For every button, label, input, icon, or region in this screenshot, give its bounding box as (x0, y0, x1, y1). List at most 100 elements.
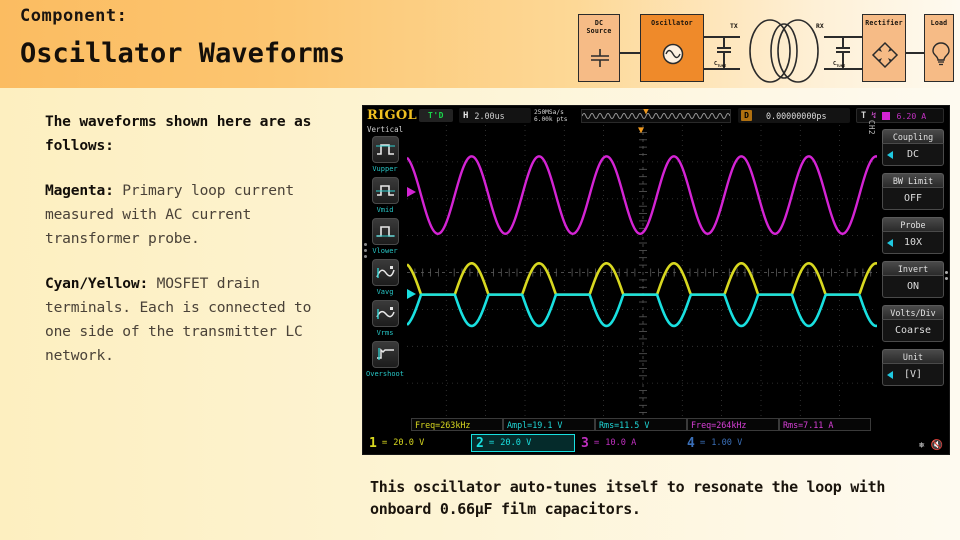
vmid-icon[interactable] (372, 177, 399, 204)
slide-header: Component: Oscillator Waveforms CTUNE CT… (0, 0, 960, 88)
measurement-item[interactable]: Rms=11.5 V (595, 418, 687, 431)
cap-tx-label: CTUNE (714, 61, 727, 69)
channel-scale-value: 20.0 V (500, 438, 532, 448)
ac-source-icon (662, 43, 684, 65)
channel-indicator[interactable]: 4 = 1.00 V (683, 434, 787, 452)
channel3-offset-marker[interactable] (407, 187, 416, 197)
menu-probe[interactable]: Probe 10X (882, 217, 944, 254)
menu-invert-value-row[interactable]: ON (882, 275, 944, 298)
memory-depth: 6.00k pts (534, 116, 568, 124)
menu-volts-div[interactable]: Volts/Div Coarse (882, 305, 944, 342)
channel-number: 3 (581, 435, 589, 451)
cyanyellow-paragraph: Cyan/Yellow: MOSFET drain terminals. Eac… (45, 272, 345, 368)
measurement-item[interactable]: Freq=264kHz (687, 418, 779, 431)
circuit-diagram: CTUNE CTUNE TX RX DC Source Oscillator R… (578, 6, 954, 84)
channel2-offset-marker[interactable] (407, 289, 416, 299)
menu-bw-limit-value-row[interactable]: OFF (882, 187, 944, 210)
waveform-minimap[interactable] (581, 109, 731, 123)
menu-probe-title: Probe (882, 217, 944, 231)
channel-coupling-symbol: = (488, 438, 495, 448)
description-panel: The waveforms shown here are as follows:… (45, 110, 345, 368)
intro-paragraph: The waveforms shown here are as follows: (45, 110, 345, 158)
scope-right-menu: Coupling DC BW Limit OFF Probe 10X Inver… (877, 125, 949, 420)
menu-coupling[interactable]: Coupling DC (882, 129, 944, 166)
menu-volts-div-value-row[interactable]: Coarse (882, 319, 944, 342)
vrms-icon[interactable] (372, 300, 399, 327)
timebase-box[interactable]: H 2.00us (459, 108, 531, 123)
channel-bar: 1 = 20.0 V 2 = 20.0 V 3 = 10.0 A 4 = 1.00 V (363, 432, 949, 454)
menu-coupling-title: Coupling (882, 129, 944, 143)
block-dc-source-label: DC Source (586, 19, 612, 35)
menu-unit-value-row[interactable]: [V] (882, 363, 944, 386)
menu-bw-limit-value: OFF (903, 193, 923, 204)
menu-bw-limit[interactable]: BW Limit OFF (882, 173, 944, 210)
chevron-left-icon (887, 150, 893, 159)
channel-number: 2 (476, 435, 484, 451)
overshoot-icon[interactable] (372, 341, 399, 368)
vupper-icon[interactable] (372, 136, 399, 163)
scope-left-menu: Vertical Vupper Vmid Vlower Vavg Vrms Ov… (363, 125, 407, 420)
menu-volts-div-title: Volts/Div (882, 305, 944, 319)
channel-indicator[interactable]: 1 = 20.0 V (365, 434, 469, 452)
channel-indicator[interactable]: 2 = 20.0 V (471, 434, 575, 452)
menu-unit-value: [V] (903, 369, 923, 380)
measurement-item[interactable]: Rms=7.11 A (779, 418, 871, 431)
trigger-position-marker[interactable]: ▼ (638, 125, 644, 136)
channel-scale-value: 10.0 A (605, 438, 637, 448)
wire-dc-osc (620, 52, 640, 54)
cap-rx-lead-top (842, 36, 844, 47)
vmid-label: Vmid (376, 206, 394, 214)
cap-rx-plate-top (836, 47, 850, 49)
block-oscillator-label: Oscillator (651, 19, 693, 27)
scope-status-bar: RIGOL T'D H 2.00us 250MSa/s 6.00k pts ▼ … (363, 106, 949, 125)
cap-tx-lead-top (723, 36, 725, 47)
slide-caption: This oscillator auto-tunes itself to res… (370, 478, 886, 518)
trigger-label: T (861, 110, 867, 121)
channel-indicator[interactable]: 3 = 10.0 A (577, 434, 681, 452)
channel-scale-value: 1.00 V (711, 438, 743, 448)
right-menu-scroll-indicator[interactable] (945, 271, 948, 283)
timebase-label: H (463, 110, 469, 121)
channel-coupling-symbol: = (593, 438, 600, 448)
block-dc-source: DC Source (578, 14, 620, 82)
menu-probe-value-row[interactable]: 10X (882, 231, 944, 254)
left-menu-title: Vertical (367, 125, 404, 134)
menu-invert[interactable]: Invert ON (882, 261, 944, 298)
header-eyebrow: Component: (20, 6, 128, 26)
scope-status-icons: ⎈ 🔇 (919, 440, 943, 451)
channel-number: 1 (369, 435, 377, 451)
vlower-icon[interactable] (372, 218, 399, 245)
vupper-label: Vupper (372, 165, 398, 173)
rising-edge-icon: ↯ (871, 110, 877, 121)
magenta-paragraph: Magenta: Primary loop current measured w… (45, 179, 345, 251)
sample-rate: 250MSa/s (534, 109, 564, 116)
wire-osc-tx-bot (704, 68, 740, 70)
magenta-label: Magenta: (45, 182, 114, 199)
cyanyellow-label: Cyan/Yellow: (45, 275, 149, 292)
vrms-label: Vrms (376, 329, 394, 337)
vavg-icon[interactable] (372, 259, 399, 286)
delay-badge: D (741, 110, 752, 121)
menu-unit[interactable]: Unit [V] (882, 349, 944, 386)
oscilloscope-screenshot: RIGOL T'D H 2.00us 250MSa/s 6.00k pts ▼ … (362, 105, 950, 455)
channel-coupling-symbol: = (381, 438, 388, 448)
cap-rx-label: CTUNE (833, 61, 846, 69)
waveform-canvas (407, 125, 879, 420)
channel-number: 4 (687, 435, 695, 451)
vlower-label: Vlower (372, 247, 398, 255)
overshoot-label: Overshoot (366, 370, 404, 378)
speaker-mute-icon[interactable]: 🔇 (931, 440, 943, 451)
delay-value: 0.00000000ps (766, 110, 827, 121)
measurement-item[interactable]: Ampl=19.1 V (503, 418, 595, 431)
ground-capacitor-icon (591, 49, 609, 67)
wire-osc-tx-top (704, 36, 740, 38)
usb-icon: ⎈ (918, 440, 925, 451)
chevron-left-icon (887, 238, 893, 247)
delay-box[interactable]: D 0.00000000ps (738, 108, 850, 123)
measurement-item[interactable]: Freq=263kHz (411, 418, 503, 431)
menu-coupling-value-row[interactable]: DC (882, 143, 944, 166)
waveform-display[interactable]: ▼ (407, 125, 879, 420)
trigger-source-icon (881, 111, 890, 120)
block-oscillator: Oscillator (640, 14, 704, 82)
run-state-badge[interactable]: T'D (419, 109, 453, 122)
